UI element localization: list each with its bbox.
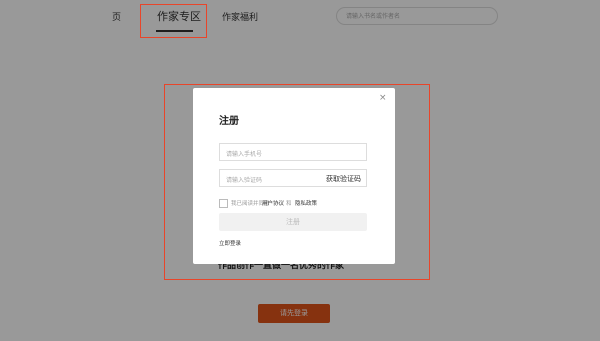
highlight-box-modal	[164, 84, 430, 280]
highlight-box-nav	[140, 4, 207, 38]
